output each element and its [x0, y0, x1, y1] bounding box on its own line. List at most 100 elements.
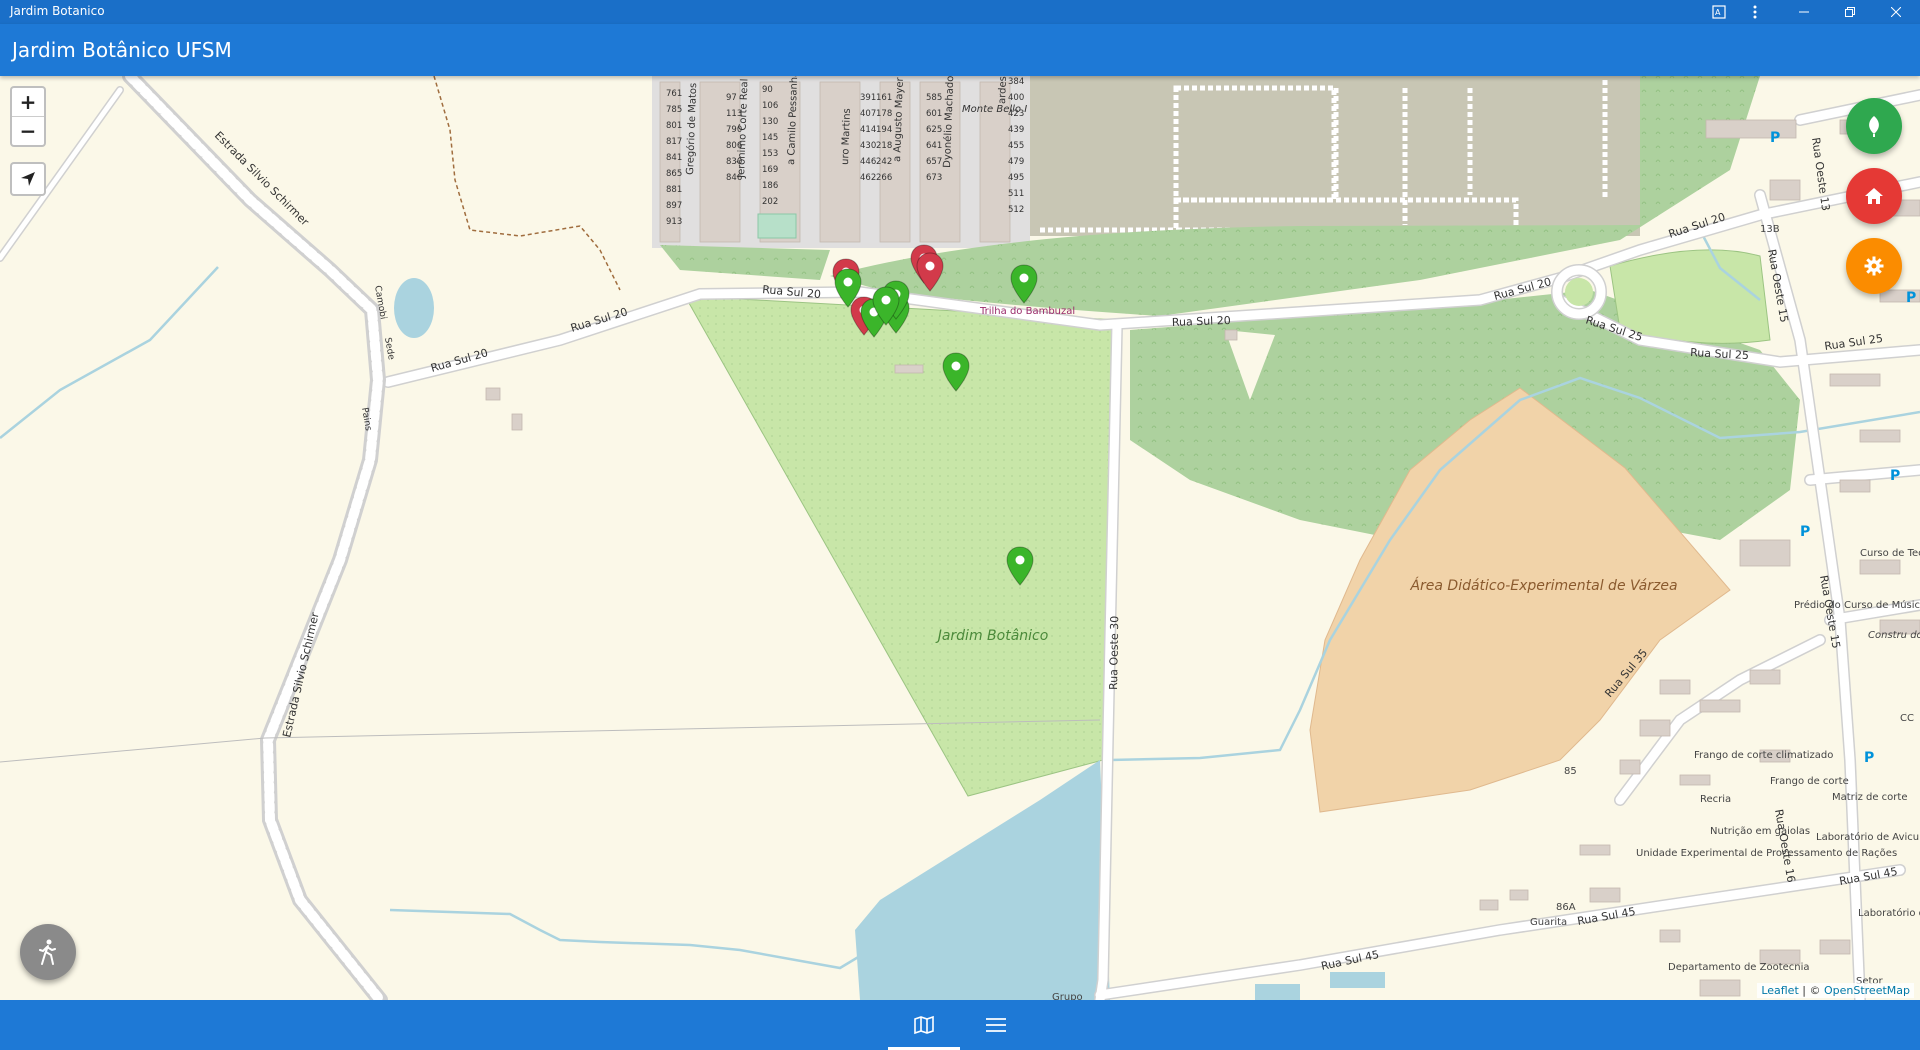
- svg-text:P: P: [1906, 290, 1916, 306]
- house-number: 806: [726, 141, 742, 151]
- house-number: 495: [1008, 173, 1024, 183]
- house-number: 790: [726, 125, 742, 135]
- menu-tab-button[interactable]: [960, 1000, 1032, 1050]
- house-number: 641: [926, 141, 942, 151]
- zoom-control: + −: [10, 86, 46, 147]
- house-number: 455: [1008, 141, 1024, 151]
- house-number: 439: [1008, 125, 1024, 135]
- house-number: 161: [876, 93, 892, 103]
- svg-text:Frango de corte climatizado: Frango de corte climatizado: [1694, 750, 1833, 761]
- svg-text:Frango de corte: Frango de corte: [1770, 776, 1849, 787]
- house-number: 446: [860, 157, 876, 167]
- map-view[interactable]: Rua Sul 20 Rua Sul 20 Rua Sul 20 Rua Sul…: [0, 76, 1920, 1000]
- house-number: 801: [666, 121, 682, 131]
- walking-mode-button[interactable]: [20, 924, 76, 980]
- house-number: 897: [666, 201, 682, 211]
- house-number: 186: [762, 181, 778, 191]
- svg-text:Rua Oeste 30: Rua Oeste 30: [1107, 616, 1121, 690]
- house-number: 266: [876, 173, 892, 183]
- svg-text:Unidade Experimental de Proces: Unidade Experimental de Processamento de…: [1636, 848, 1897, 859]
- window-title-bar: Jardim Botanico A: [0, 0, 1920, 24]
- more-icon[interactable]: [1732, 0, 1778, 24]
- plant-marker-green[interactable]: [1006, 546, 1034, 586]
- house-number: 430: [860, 141, 876, 151]
- zoom-in-button[interactable]: +: [12, 88, 44, 117]
- svg-text:Trilha do Bambuzal: Trilha do Bambuzal: [979, 306, 1075, 317]
- svg-text:Departamento de Zootecnia: Departamento de Zootecnia: [1668, 962, 1810, 973]
- area-didatica-label: Área Didático-Experimental de Várzea: [1409, 577, 1677, 594]
- house-number: 423: [1008, 109, 1024, 119]
- svg-text:Laboratório de Avicultura - LA: Laboratório de Avicultura - LAVIC: [1816, 831, 1920, 843]
- svg-text:P: P: [1864, 750, 1874, 766]
- house-number: 178: [876, 109, 892, 119]
- map-tab-button[interactable]: [888, 1000, 960, 1050]
- svg-text:P: P: [1890, 468, 1900, 484]
- restore-icon[interactable]: [1827, 0, 1873, 24]
- svg-text:13B: 13B: [1760, 224, 1780, 235]
- svg-text:Rua Sul 20: Rua Sul 20: [1172, 314, 1231, 329]
- house-number: 202: [762, 197, 778, 207]
- app-header: Jardim Botânico UFSM: [0, 24, 1920, 76]
- plant-marker-green[interactable]: [872, 286, 900, 326]
- map-tiles[interactable]: Rua Sul 20 Rua Sul 20 Rua Sul 20 Rua Sul…: [0, 76, 1920, 1000]
- house-number: 761: [666, 89, 682, 99]
- map-pin-icon: [872, 286, 900, 326]
- plant-marker-red[interactable]: [916, 252, 944, 292]
- home-fab-button[interactable]: [1846, 168, 1902, 224]
- minimize-icon[interactable]: [1781, 0, 1827, 24]
- settings-fab-button[interactable]: [1846, 238, 1902, 294]
- house-number: 384: [1008, 77, 1024, 87]
- osm-link[interactable]: OpenStreetMap: [1824, 984, 1910, 997]
- map-icon: [914, 1015, 934, 1035]
- house-number: 625: [926, 125, 942, 135]
- svg-text:A: A: [1715, 8, 1721, 17]
- house-number: 391: [860, 93, 876, 103]
- svg-text:86A: 86A: [1556, 902, 1576, 913]
- house-number: 90: [762, 85, 773, 95]
- house-number: 865: [666, 169, 682, 179]
- svg-text:Matriz de corte: Matriz de corte: [1832, 792, 1907, 803]
- house-number: 169: [762, 165, 778, 175]
- house-number: 511: [1008, 189, 1024, 199]
- map-pin-icon: [1006, 546, 1034, 586]
- house-number: 194: [876, 125, 892, 135]
- plants-fab-button[interactable]: [1846, 98, 1902, 154]
- leaflet-link[interactable]: Leaflet: [1761, 984, 1798, 997]
- map-pin-icon: [1010, 264, 1038, 304]
- svg-text:Curso de Tecn em Alim: Curso de Tecn em Alim: [1860, 548, 1920, 559]
- svg-text:Grupo: Grupo: [1052, 992, 1083, 1000]
- house-number: 585: [926, 93, 942, 103]
- house-number: 242: [876, 157, 892, 167]
- house-number: 913: [666, 217, 682, 227]
- zoom-out-button[interactable]: −: [12, 117, 44, 145]
- svg-text:P: P: [1800, 524, 1810, 540]
- map-pin-icon: [916, 252, 944, 292]
- svg-text:Laboratório de Pesquisa e Dese: Laboratório de Pesquisa e Desenvolviment…: [1858, 907, 1920, 919]
- close-icon[interactable]: [1873, 0, 1919, 24]
- house-number: 673: [926, 173, 942, 183]
- svg-text:P: P: [1770, 130, 1780, 146]
- leaf-icon: [1869, 116, 1879, 137]
- house-number: 881: [666, 185, 682, 195]
- plant-marker-green[interactable]: [1010, 264, 1038, 304]
- window-title: Jardim Botanico: [10, 4, 105, 18]
- plant-marker-green[interactable]: [942, 352, 970, 392]
- svg-text:uro Martins: uro Martins: [840, 108, 853, 165]
- house-number: 785: [666, 105, 682, 115]
- svg-text:Nutrição em gaiolas: Nutrição em gaiolas: [1710, 826, 1810, 837]
- house-number: 130: [762, 117, 778, 127]
- house-number: 462: [860, 173, 876, 183]
- house-number: 400: [1008, 93, 1024, 103]
- house-number: 601: [926, 109, 942, 119]
- house-number: 106: [762, 101, 778, 111]
- locate-button[interactable]: [10, 162, 46, 196]
- app-title: Jardim Botânico UFSM: [12, 38, 232, 62]
- pond: [394, 278, 434, 338]
- house-number: 153: [762, 149, 778, 159]
- svg-text:CC: CC: [1900, 713, 1914, 724]
- home-icon: [1865, 188, 1883, 204]
- house-number: 414: [860, 125, 876, 135]
- house-number: 817: [666, 137, 682, 147]
- house-number: 218: [876, 141, 892, 151]
- house-number: 97: [726, 93, 737, 103]
